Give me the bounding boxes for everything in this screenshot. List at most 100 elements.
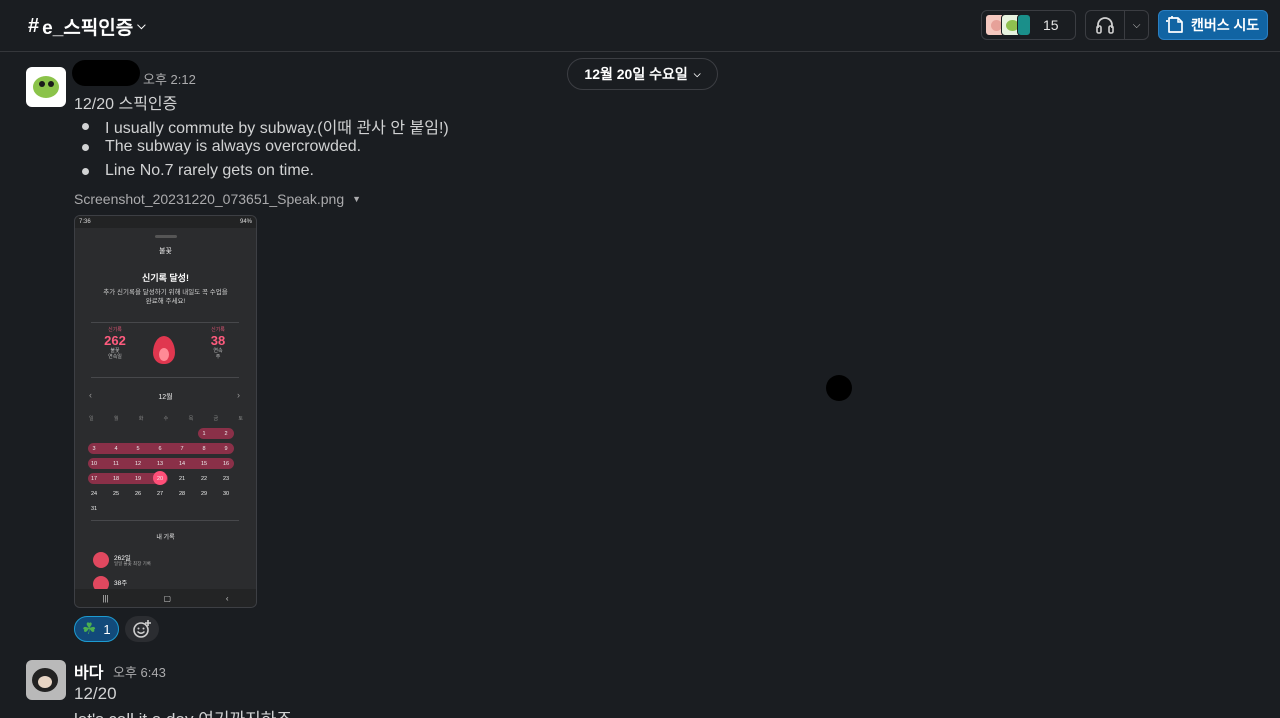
weekday: 목 bbox=[188, 416, 194, 422]
channel-header: # e_스픽인증 ⌵ 15 ⌵ 캔버스 시도 bbox=[0, 0, 1280, 52]
flame-icon bbox=[93, 552, 109, 568]
chevron-down-icon: ⌵ bbox=[137, 20, 146, 32]
date-label: 12월 20일 수요일 bbox=[584, 66, 688, 82]
stat-label: 신기록 bbox=[211, 327, 225, 333]
date-divider-button[interactable]: 12월 20일 수요일 ⌵ bbox=[567, 58, 718, 90]
calendar-day: 4 bbox=[114, 445, 118, 452]
calendar-week: 10 11 12 13 14 15 16 bbox=[88, 458, 241, 469]
channel-name-button[interactable]: # e_스픽인증 ⌵ bbox=[28, 13, 146, 40]
calendar-day: 17 bbox=[90, 475, 98, 482]
avatar-eye bbox=[48, 81, 54, 87]
huddle-options-button[interactable]: ⌵ bbox=[1125, 11, 1148, 39]
calendar-day: 22 bbox=[200, 475, 208, 482]
calendar-day: 24 bbox=[90, 490, 98, 497]
avatar-face bbox=[38, 676, 52, 688]
calendar-day: 11 bbox=[113, 460, 119, 467]
stat-left: 신기록 262 불꽃 연속일 bbox=[95, 326, 135, 360]
calendar-day: 9 bbox=[224, 445, 228, 452]
cursor-dot bbox=[826, 375, 852, 401]
back-icon: ‹ bbox=[225, 593, 229, 603]
calendar-day: 2 bbox=[224, 430, 228, 437]
phone-headline: 신기록 달성! bbox=[142, 273, 189, 283]
calendar-day: 21 bbox=[178, 475, 186, 482]
phone-status-time: 7:36 bbox=[79, 219, 91, 225]
attachment-filename[interactable]: Screenshot_20231220_073651_Speak.png ▼ bbox=[74, 191, 361, 207]
record-value: 38주 bbox=[114, 580, 128, 587]
calendar-day: 1 bbox=[202, 430, 206, 437]
message-text: let's call it a day 여기까지하죠 bbox=[74, 705, 292, 718]
huddle-control: ⌵ bbox=[1085, 10, 1149, 40]
calendar-day: 23 bbox=[222, 475, 230, 482]
list-item: Line No.7 rarely gets on time. bbox=[82, 162, 314, 180]
bullet-dot bbox=[82, 167, 89, 175]
caret-down-icon: ▼ bbox=[352, 194, 362, 204]
message-timestamp[interactable]: 오후 6:43 bbox=[113, 662, 166, 681]
stat-sub: 연속일 bbox=[108, 354, 122, 360]
stat-sub: 주 bbox=[215, 354, 221, 360]
divider bbox=[91, 377, 239, 378]
add-emoji-icon bbox=[133, 620, 151, 638]
calendar-day: 28 bbox=[178, 490, 186, 497]
image-attachment[interactable]: 7:36 94% 불꽃 신기록 달성! 추가 신기록을 달성하기 위해 내일도 … bbox=[74, 215, 257, 608]
list-item-text: The subway is always overcrowded. bbox=[105, 138, 362, 155]
reaction-count: 1 bbox=[103, 621, 111, 637]
calendar-week: 24 25 26 27 28 29 30 bbox=[91, 488, 241, 499]
bullet-dot bbox=[82, 143, 89, 151]
calendar-day: 20 bbox=[156, 475, 164, 482]
list-item-text: I usually commute by subway.(이때 관사 안 붙임!… bbox=[105, 120, 449, 137]
calendar-day: 29 bbox=[200, 490, 208, 497]
redacted-sender-name bbox=[72, 60, 140, 86]
list-item: The subway is always overcrowded. bbox=[82, 138, 361, 156]
calendar-day: 3 bbox=[92, 445, 96, 452]
calendar-week: 17 18 19 20 21 22 23 bbox=[88, 471, 241, 485]
calendar-day: 5 bbox=[136, 445, 140, 452]
sender-name[interactable]: 바다 bbox=[74, 659, 103, 683]
avatar-eye bbox=[39, 81, 45, 87]
calendar-day: 8 bbox=[202, 445, 206, 452]
phone-body-line: 추가 신기록을 달성하기 위해 내일도 꼭 수업을 bbox=[103, 289, 228, 296]
message-timestamp[interactable]: 오후 2:12 bbox=[143, 69, 196, 88]
weekday: 토 bbox=[238, 416, 243, 422]
huddle-button[interactable] bbox=[1086, 11, 1126, 39]
phone-screen-title: 불꽃 bbox=[159, 248, 172, 255]
record-subtitle: 일일 불꽃 최장 기록 bbox=[114, 561, 151, 566]
member-avatar bbox=[1017, 14, 1031, 36]
calendar-day: 16 bbox=[222, 460, 230, 467]
calendar-day: 27 bbox=[156, 490, 164, 497]
stat-value: 38 bbox=[210, 333, 226, 348]
add-reaction-button[interactable] bbox=[125, 616, 159, 642]
reaction-clover[interactable]: ☘ 1 bbox=[74, 616, 119, 642]
calendar-day: 10 bbox=[90, 460, 98, 467]
sheet-handle bbox=[155, 235, 177, 238]
calendar-day: 15 bbox=[200, 460, 208, 467]
member-list-button[interactable]: 15 bbox=[981, 10, 1076, 40]
list-item-text: Line No.7 rarely gets on time. bbox=[105, 162, 314, 179]
avatar[interactable] bbox=[26, 67, 66, 107]
flame-icon bbox=[153, 336, 175, 364]
message-text: 12/20 스픽인증 bbox=[74, 96, 178, 113]
calendar-day: 19 bbox=[134, 475, 142, 482]
calendar-week: 3 4 5 6 7 8 9 bbox=[88, 443, 241, 454]
calendar-week: 31 bbox=[91, 503, 241, 514]
stat-label: 신기록 bbox=[108, 327, 122, 333]
hash-icon: # bbox=[28, 15, 40, 37]
attachment-filename-text: Screenshot_20231220_073651_Speak.png bbox=[74, 191, 345, 207]
calendar-day: 26 bbox=[134, 490, 142, 497]
calendar-month: 12월 bbox=[158, 394, 173, 401]
phone-body-line: 완료해 주세요! bbox=[145, 298, 186, 305]
canvas-button[interactable]: 캔버스 시도 bbox=[1158, 10, 1268, 40]
member-count: 15 bbox=[1043, 17, 1059, 33]
avatar[interactable] bbox=[26, 660, 66, 700]
home-icon: ▢ bbox=[163, 593, 172, 603]
frog-face bbox=[33, 76, 59, 98]
message-text: 12/20 bbox=[74, 684, 117, 703]
calendar-day: 18 bbox=[112, 475, 120, 482]
canvas-icon bbox=[1166, 16, 1183, 33]
calendar-day: 6 bbox=[158, 445, 162, 452]
headphones-icon bbox=[1096, 17, 1114, 34]
calendar-day: 14 bbox=[178, 460, 186, 467]
bullet-dot bbox=[82, 122, 89, 130]
calendar-day: 30 bbox=[222, 490, 230, 497]
weekday: 수 bbox=[163, 416, 169, 422]
phone-battery: 94% bbox=[239, 219, 252, 225]
